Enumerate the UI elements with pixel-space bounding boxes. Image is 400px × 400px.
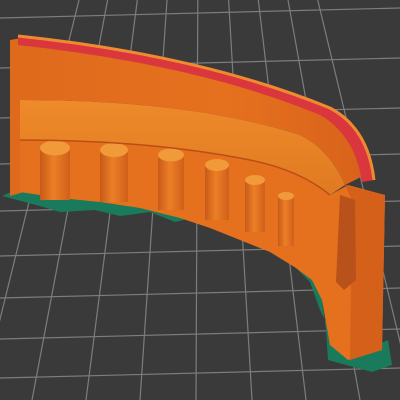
3d-viewport[interactable] <box>0 0 400 400</box>
rib-cylinder <box>100 150 128 202</box>
rib-cylinder <box>245 180 265 232</box>
rib-cylinder <box>158 155 184 210</box>
rib-cylinder <box>278 196 294 246</box>
rib-cap <box>40 140 70 156</box>
rib-cap <box>245 175 265 185</box>
rib-cap <box>158 148 184 162</box>
viewport-scene[interactable] <box>0 0 400 400</box>
rib-cap <box>278 192 294 200</box>
rib-cap <box>100 143 128 157</box>
rib-cap <box>205 159 229 171</box>
rib-cylinder <box>40 148 70 200</box>
rib-cylinder <box>205 165 229 220</box>
